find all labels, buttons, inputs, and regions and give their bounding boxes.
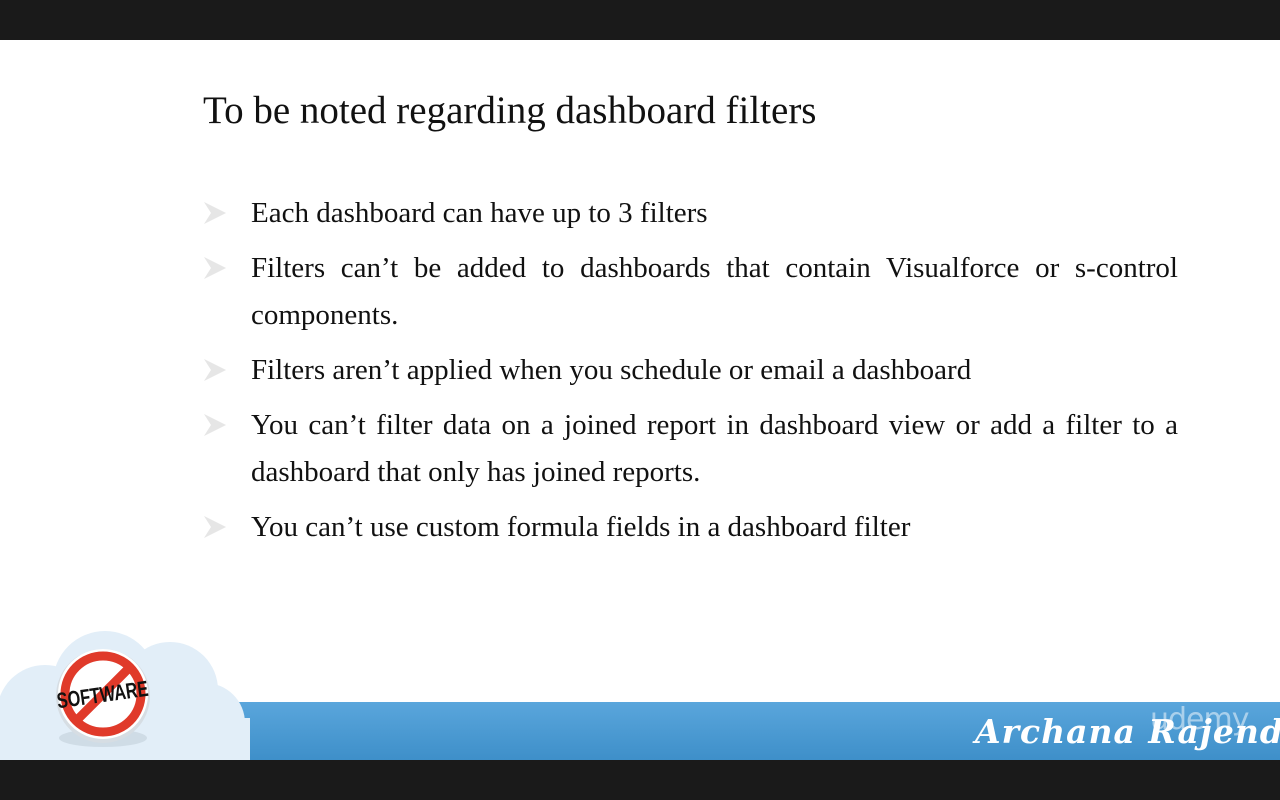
bullet-item: You can’t filter data on a joined report… — [203, 402, 1178, 496]
bullet-list: Each dashboard can have up to 3 filters … — [203, 190, 1178, 559]
arrow-bullet-icon — [204, 414, 226, 436]
video-letterbox-bottom — [0, 760, 1280, 800]
bullet-item: You can’t use custom formula fields in a… — [203, 504, 1178, 551]
presentation-slide: To be noted regarding dashboard filters … — [0, 40, 1280, 760]
bullet-text: You can’t filter data on a joined report… — [251, 409, 1178, 488]
bullet-item: Filters aren’t applied when you schedule… — [203, 347, 1178, 394]
bullet-item: Filters can’t be added to dashboards tha… — [203, 245, 1178, 339]
no-software-logo-icon: SOFTWARE — [0, 631, 250, 760]
video-letterbox-top — [0, 0, 1280, 40]
arrow-bullet-icon — [204, 202, 226, 224]
author-signature: Archana Rajendran — [975, 712, 1280, 751]
arrow-bullet-icon — [204, 359, 226, 381]
bullet-item: Each dashboard can have up to 3 filters — [203, 190, 1178, 237]
bullet-text: Filters can’t be added to dashboards tha… — [251, 252, 1178, 331]
arrow-bullet-icon — [204, 516, 226, 538]
bullet-text: You can’t use custom formula fields in a… — [251, 511, 911, 543]
arrow-bullet-icon — [204, 257, 226, 279]
slide-title: To be noted regarding dashboard filters — [203, 89, 817, 132]
bullet-text: Filters aren’t applied when you schedule… — [251, 354, 972, 386]
bullet-text: Each dashboard can have up to 3 filters — [251, 197, 708, 229]
